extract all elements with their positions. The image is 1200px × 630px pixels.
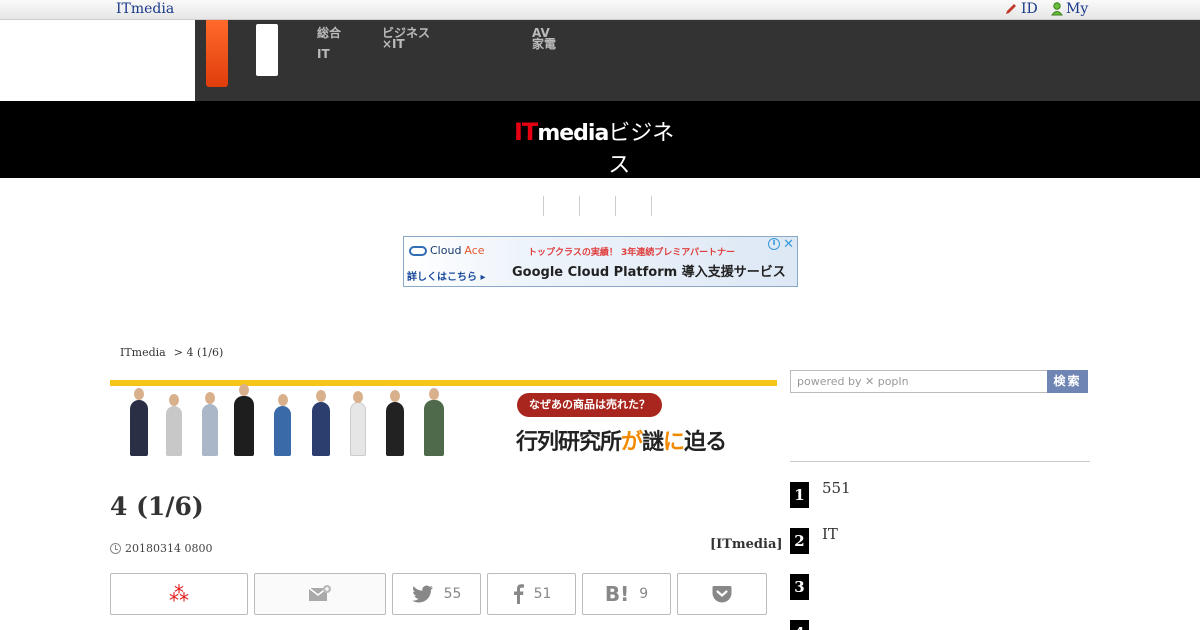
mail-icon xyxy=(308,585,331,601)
nav-item-general[interactable]: 総合 IT xyxy=(317,26,342,61)
ranking-item-title[interactable]: IT xyxy=(822,525,838,543)
article-date-text: 20180314 0800 xyxy=(125,542,213,555)
ad-info-icon[interactable]: i xyxy=(768,238,780,250)
my-link-label: My xyxy=(1066,1,1089,17)
logo-media: media xyxy=(537,121,609,146)
sidebar-divider xyxy=(790,461,1090,462)
site-search-input[interactable]: powered by ✕ popIn xyxy=(790,370,1048,393)
promo-banner[interactable]: なぜあの商品は売れた？ 行列研究所が謎に迫る xyxy=(110,384,777,458)
top-utility-bar: ITmedia ID My xyxy=(0,0,1200,20)
nav-item-sublabel: 家電 xyxy=(532,37,557,51)
breadcrumb: ITmedia > 4 (1/6) xyxy=(120,346,223,359)
article-date: 20180314 0800 xyxy=(110,542,212,555)
pocket-icon xyxy=(712,586,732,603)
ranking-number: 1 xyxy=(790,482,809,508)
my-link[interactable]: My xyxy=(1051,1,1088,17)
ranking-number: 2 xyxy=(790,528,809,554)
pocket-button[interactable] xyxy=(677,573,767,615)
hatena-count: 9 xyxy=(639,586,649,602)
logo-online: ONLiNE xyxy=(514,181,686,197)
global-nav: 総合 IT ビジネス ×IT AV 家電 xyxy=(195,20,1200,101)
ad-brand-accent: Ace xyxy=(464,244,485,257)
twitter-share-button[interactable]: 55 xyxy=(392,573,481,615)
breadcrumb-home[interactable]: ITmedia xyxy=(120,346,166,359)
queue-people-illustration xyxy=(126,384,456,456)
subnav-separator xyxy=(579,196,580,216)
facebook-icon xyxy=(513,584,524,604)
id-link[interactable]: ID xyxy=(1004,1,1038,17)
ranking-item-title[interactable]: 551 xyxy=(822,479,851,497)
nav-logo-tab[interactable] xyxy=(206,20,228,87)
ad-tagline: トップクラスの実績！ 3年連続プレミアパートナー xyxy=(528,248,736,258)
nav-item-label: 総合 xyxy=(317,26,342,40)
logo-kana: ビジネス xyxy=(608,121,675,178)
nav-search-tab[interactable] xyxy=(256,24,278,76)
ad-detail-link[interactable]: 詳しくはこちら ▸ xyxy=(407,268,486,283)
id-link-label: ID xyxy=(1021,1,1038,17)
article-source: [ITmedia] xyxy=(710,537,783,552)
mail-button[interactable] xyxy=(254,573,386,615)
subnav-separator xyxy=(615,196,616,216)
promo-pill: なぜあの商品は売れた？ xyxy=(517,393,662,417)
nav-item-business[interactable]: ビジネス ×IT xyxy=(382,27,430,51)
twitter-count: 55 xyxy=(443,586,462,602)
promo-title: 行列研究所が謎に迫る xyxy=(516,430,727,455)
ad-close-icon[interactable]: ✕ xyxy=(783,237,794,252)
subnav-separator xyxy=(543,196,544,216)
twitter-icon xyxy=(411,585,433,603)
hatena-icon: B! xyxy=(604,582,630,606)
article-title: 4 (1/6) xyxy=(110,492,204,521)
nav-item-sublabel: IT xyxy=(317,47,330,61)
nav-item-av[interactable]: AV 家電 xyxy=(532,27,557,51)
itmedia-business-online-logo[interactable]: IT media ビジネス ONLiNE xyxy=(514,115,686,197)
ranking-number: 4 xyxy=(790,620,809,630)
nav-item-sublabel: ×IT xyxy=(382,37,405,51)
breadcrumb-current: > 4 (1/6) xyxy=(173,346,224,359)
search-button[interactable]: 検索 xyxy=(1047,370,1088,393)
ad-brand-main: Cloud xyxy=(430,244,462,257)
ad-headline: Google Cloud Platform 導入支援サービス xyxy=(512,265,786,280)
pdf-button[interactable]: ⁂ xyxy=(110,573,248,615)
hatena-bookmark-button[interactable]: B! 9 xyxy=(582,573,671,615)
user-icon xyxy=(1051,2,1063,16)
facebook-share-button[interactable]: 51 xyxy=(487,573,576,615)
cloud-icon xyxy=(409,245,427,256)
clock-icon xyxy=(110,543,121,554)
site-header: IT media ビジネス ONLiNE xyxy=(0,101,1200,197)
itmedia-home-link[interactable]: ITmedia xyxy=(116,1,174,17)
logo-it: IT xyxy=(514,118,538,146)
ranking-number: 3 xyxy=(790,574,809,600)
facebook-count: 51 xyxy=(533,586,552,602)
pdf-icon: ⁂ xyxy=(169,582,189,606)
subnav-separator xyxy=(651,196,652,216)
ad-brand: Cloud Ace xyxy=(409,244,485,257)
ad-banner[interactable]: Cloud Ace トップクラスの実績！ 3年連続プレミアパートナー Google… xyxy=(403,236,798,287)
pencil-icon xyxy=(1006,4,1016,14)
